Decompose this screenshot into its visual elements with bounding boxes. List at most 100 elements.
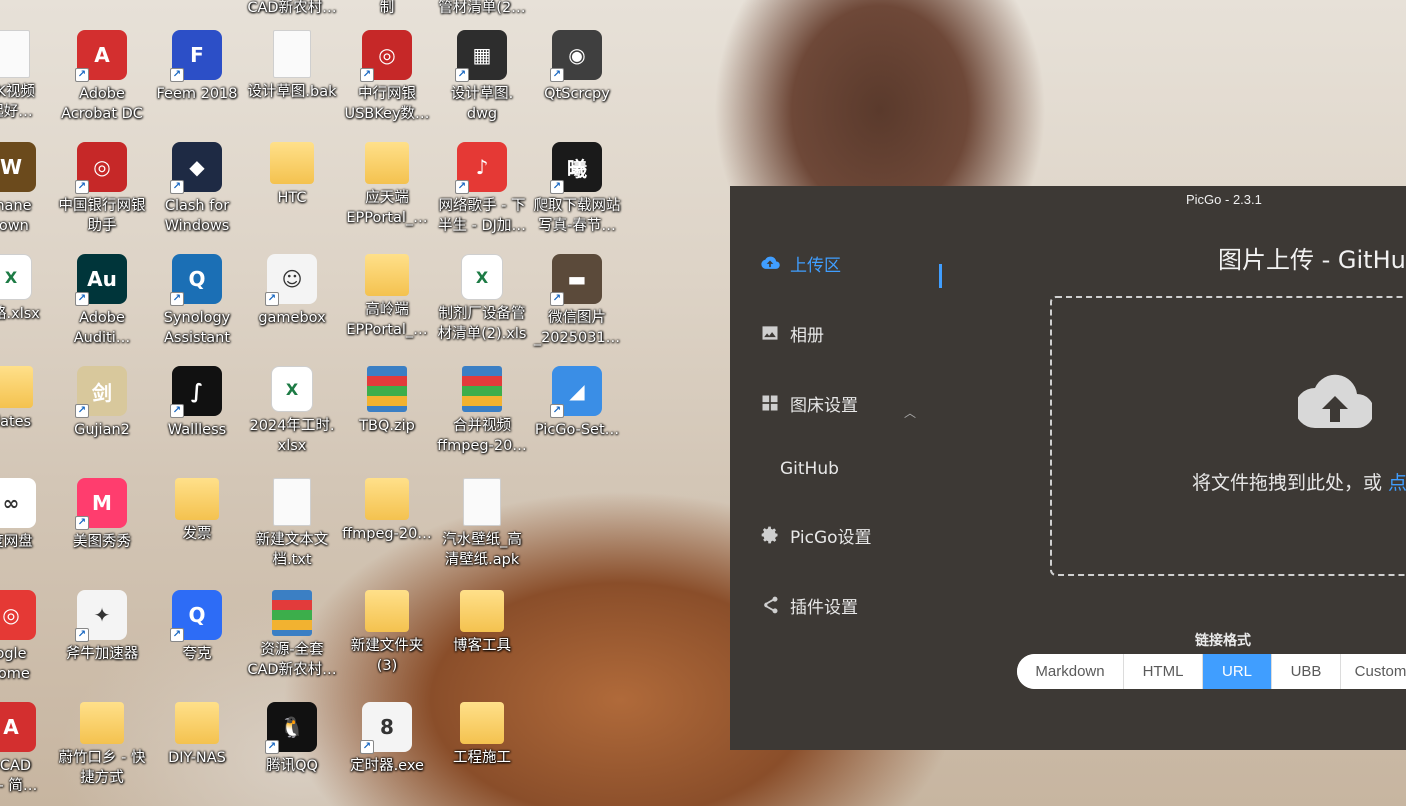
desktop-icon[interactable]: 新建文本文 档.txt (245, 478, 339, 570)
desktop-icon[interactable]: 发票 (150, 478, 244, 544)
desktop-icon[interactable]: ◎ ↗ 中行网银 USBKey数… (340, 30, 434, 124)
menu-item-upload[interactable]: 上传区 (760, 248, 841, 278)
app-icon: ✦ ↗ (75, 590, 127, 642)
desktop-icon[interactable]: 博客工具 (435, 590, 529, 656)
desktop-icon-label: Gujian2 (74, 422, 130, 438)
desktop-icon[interactable]: X X路.xlsx (0, 254, 58, 324)
format-button-url[interactable]: URL (1203, 654, 1272, 689)
desktop-icon-label: 合并视频 ffmpeg-20… (437, 418, 527, 454)
desktop-icon[interactable]: DIY-NAS (150, 702, 244, 768)
desktop-icon[interactable]: 剑 ↗ Gujian2 (55, 366, 149, 440)
desktop-icon[interactable]: 曦 ↗ 爬取下载网站 写真-春节… (530, 142, 624, 236)
app-icon: ◢ ↗ (550, 366, 602, 418)
desktop-icon[interactable]: ◎ ↗ 中国银行网银 助手 (55, 142, 149, 236)
shortcut-arrow-icon: ↗ (170, 404, 184, 418)
desktop-icon[interactable]: 高岭端 EPPortal_… (340, 254, 434, 340)
desktop-icon-label: 定时器.exe (350, 758, 424, 774)
shortcut-arrow-icon: ↗ (455, 68, 469, 82)
archive-icon (272, 590, 312, 636)
desktop-icon-label: TBQ.zip (359, 418, 415, 434)
desktop-icon[interactable]: ▬ ↗ 微信图片 _2025031… (530, 254, 624, 348)
desktop-icon[interactable]: ∫ ↗ Wallless (150, 366, 244, 440)
desktop-icon[interactable]: 资源-全套 CAD新农村… (245, 590, 339, 680)
app-icon: ∫ ↗ (170, 366, 222, 418)
menu-item-settings[interactable]: PicGo设置 (760, 520, 872, 550)
desktop-icon[interactable]: Q ↗ 夸克 (150, 590, 244, 664)
desktop-icon[interactable]: X 2024年工时. xlsx (245, 366, 339, 456)
format-button-custom[interactable]: Custom (1341, 654, 1406, 689)
upload-drop-zone[interactable]: 将文件拖拽到此处，或 点击上传 (1050, 296, 1406, 576)
menu-item-plugins[interactable]: 插件设置 (760, 590, 858, 620)
desktop-icon-label: 高岭端 EPPortal_… (346, 302, 428, 338)
desktop-icon-label: 4K视频 起好… (0, 84, 35, 120)
desktop-icon[interactable]: 新建文件夹 (3) (340, 590, 434, 676)
file-icon (463, 478, 501, 526)
desktop-icon-label: Feem 2018 (156, 86, 238, 102)
menu-label: 图床设置 (790, 395, 858, 416)
desktop-icon[interactable]: ✦ ↗ 斧牛加速器 (55, 590, 149, 664)
desktop-icon[interactable]: A ↗ Adobe Acrobat DC (55, 30, 149, 124)
menu-item-gallery[interactable]: 相册 (760, 318, 824, 348)
app-icon: ▬ ↗ (550, 254, 602, 306)
app-icon: 剑 ↗ (75, 366, 127, 418)
desktop-icon[interactable]: ◆ ↗ Clash for Windows (150, 142, 244, 236)
desktop-icon[interactable]: 蔚竹口乡 - 快 捷方式 (55, 702, 149, 788)
folder-icon (270, 142, 314, 184)
desktop-icon[interactable]: M ↗ 美图秀秀 (55, 478, 149, 552)
desktop-icon[interactable]: 合并视频 ffmpeg-20… (435, 366, 529, 456)
format-button-html[interactable]: HTML (1124, 654, 1203, 689)
folder-icon (0, 366, 33, 408)
desktop-icon-label: 度网盘 (0, 534, 33, 550)
desktop-icon[interactable]: Q ↗ Synology Assistant (150, 254, 244, 348)
format-button-markdown[interactable]: Markdown (1017, 654, 1124, 689)
desktop-icon[interactable]: ◢ ↗ PicGo-Set… (530, 366, 624, 440)
window-title: PicGo - 2.3.1 (1186, 192, 1262, 207)
desktop-icon[interactable]: ☺ ↗ gamebox (245, 254, 339, 328)
desktop-icon-label: Adobe Auditi… (73, 310, 131, 346)
shortcut-arrow-icon: ↗ (265, 292, 279, 306)
menu-label: 插件设置 (790, 597, 858, 618)
desktop-icon-label: 中国银行网银 助手 (58, 198, 146, 234)
desktop-icon[interactable]: ffmpeg-20… (340, 478, 434, 544)
desktop-icon[interactable]: dates (0, 366, 58, 432)
desktop-icon-label: 2024年工时. xlsx (249, 418, 335, 454)
desktop-icon[interactable]: A↗ oCAD 4 - 简… (0, 702, 58, 796)
click-upload-link[interactable]: 点击上传 (1388, 472, 1406, 494)
desktop-icon[interactable]: 应天端 EPPortal_… (340, 142, 434, 228)
desktop-top-cut-label: CAD新农村… (247, 0, 337, 16)
app-icon: ◎↗ (0, 590, 36, 640)
app-icon: A↗ (0, 702, 36, 752)
format-button-ubb[interactable]: UBB (1272, 654, 1341, 689)
app-icon: Q ↗ (170, 590, 222, 642)
desktop-icon[interactable]: TBQ.zip (340, 366, 434, 436)
desktop-icon[interactable]: W↗ mane rown (0, 142, 58, 236)
desktop-icon[interactable]: 设计草图.bak (245, 30, 339, 102)
desktop-icon[interactable]: X 制剂厂设备管 材清单(2).xls (435, 254, 529, 344)
desktop-icon[interactable]: ◎↗ ogle rome (0, 590, 58, 684)
menu-label: 相册 (790, 325, 824, 346)
submenu-item-github[interactable]: GitHub (780, 454, 839, 484)
app-icon: 8 ↗ (360, 702, 412, 754)
desktop-icon-label: 博客工具 (453, 638, 511, 654)
desktop-icon[interactable]: F ↗ Feem 2018 (150, 30, 244, 104)
chevron-up-icon[interactable]: ︿ (904, 404, 916, 421)
desktop-icon[interactable]: 8 ↗ 定时器.exe (340, 702, 434, 776)
share-icon (764, 596, 778, 614)
desktop-icon[interactable]: ∞↗ 度网盘 (0, 478, 58, 552)
window-title-bar[interactable]: PicGo - 2.3.1 (730, 186, 1406, 214)
desktop-icon[interactable]: ♪ ↗ 网络歌手 - 下 半生 - DJ加… (435, 142, 529, 236)
desktop-icon[interactable]: 4K视频 起好… (0, 30, 58, 122)
desktop-icon[interactable]: Au ↗ Adobe Auditi… (55, 254, 149, 348)
menu-label: GitHub (780, 459, 839, 479)
desktop-icon-label: PicGo-Set… (534, 422, 620, 438)
desktop-icon[interactable]: ◉ ↗ QtScrcpy (530, 30, 624, 104)
desktop-icon[interactable]: 工程施工 (435, 702, 529, 768)
desktop-icon-label: 爬取下载网站 写真-春节… (533, 198, 621, 234)
desktop-icon[interactable]: 汽水壁纸_高 清壁纸.apk (435, 478, 529, 570)
app-icon: ◉ ↗ (550, 30, 602, 82)
desktop-icon[interactable]: ▦ ↗ 设计草图. dwg (435, 30, 529, 124)
drop-hint: 将文件拖拽到此处，或 点击上传 (1192, 468, 1406, 495)
menu-item-pic-bed[interactable]: 图床设置 (760, 388, 858, 418)
desktop-icon[interactable]: 🐧 ↗ 腾讯QQ (245, 702, 339, 776)
desktop-icon[interactable]: HTC (245, 142, 339, 208)
